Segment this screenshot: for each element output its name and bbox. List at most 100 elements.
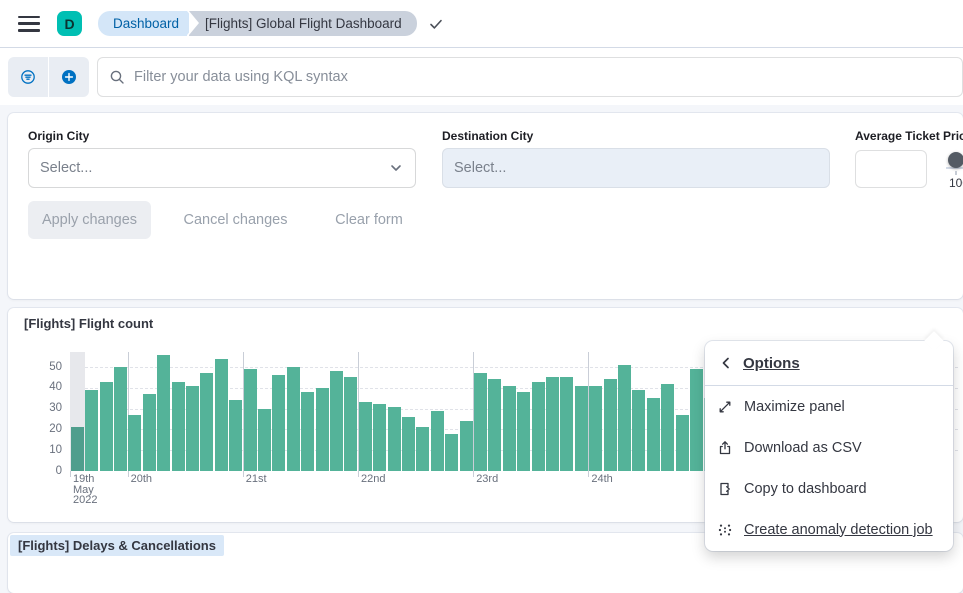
- chart-bar: [618, 365, 631, 471]
- chart-bar: [488, 379, 501, 471]
- panel-options-context-menu: Options Maximize panel Download as CSV C…: [705, 341, 953, 551]
- chart-bar: [301, 392, 314, 471]
- price-slider-min-label: 100: [949, 176, 963, 190]
- x-axis-label: 22nd: [361, 474, 385, 485]
- delays-panel-title[interactable]: [Flights] Delays & Cancellations: [10, 535, 224, 556]
- avg-ticket-price-label: Average Ticket Price: [855, 129, 963, 143]
- chart-bar: [172, 382, 185, 471]
- price-slider-tick: [955, 171, 957, 175]
- chart-bar: [445, 434, 458, 471]
- chart-bar: [244, 369, 257, 471]
- chart-bar: [388, 407, 401, 471]
- chart-bar: [604, 379, 617, 471]
- chart-bar: [676, 415, 689, 471]
- context-menu-back-header[interactable]: Options: [705, 341, 953, 386]
- x-axis-label: 24th: [591, 474, 612, 485]
- chart-bar: [373, 404, 386, 471]
- add-filter-button[interactable]: [49, 57, 89, 97]
- chart-bar: [316, 388, 329, 471]
- destination-city-placeholder: Select...: [454, 160, 506, 176]
- chart-bar: [229, 400, 242, 471]
- y-axis-label: 20: [22, 423, 62, 435]
- menu-item-create-anomaly-job[interactable]: Create anomaly detection job: [705, 509, 953, 550]
- chart-bar: [431, 411, 444, 471]
- breadcrumb-notch: [189, 11, 199, 35]
- chart-bar: [416, 427, 429, 471]
- menu-item-label: Copy to dashboard: [744, 481, 867, 497]
- chart-bar: [200, 373, 213, 471]
- menu-item-maximize-panel[interactable]: Maximize panel: [705, 386, 953, 427]
- breadcrumb: Dashboard [Flights] Global Flight Dashbo…: [98, 11, 417, 36]
- chart-bar: [114, 367, 127, 471]
- chart-bar: [215, 359, 228, 471]
- kql-placeholder: Filter your data using KQL syntax: [134, 69, 348, 85]
- plus-circle-icon: [61, 69, 77, 85]
- chart-bar: [474, 373, 487, 471]
- search-icon: [109, 69, 125, 85]
- top-navigation-bar: D Dashboard [Flights] Global Flight Dash…: [0, 0, 963, 48]
- breadcrumb-current-page-label: [Flights] Global Flight Dashboard: [205, 16, 402, 31]
- price-slider-thumb[interactable]: [948, 152, 963, 168]
- breadcrumb-dashboard[interactable]: Dashboard: [98, 11, 187, 36]
- chart-bar: [546, 377, 559, 471]
- query-bar-strip: Filter your data using KQL syntax: [0, 48, 963, 105]
- chevron-down-icon: [388, 160, 404, 176]
- menu-item-download-csv[interactable]: Download as CSV: [705, 427, 953, 468]
- chart-bar: [71, 427, 84, 471]
- menu-item-label: Maximize panel: [744, 399, 845, 415]
- apply-changes-button[interactable]: Apply changes: [28, 201, 151, 239]
- chart-bar: [460, 421, 473, 471]
- filter-menu-button[interactable]: [8, 57, 48, 97]
- y-axis-label: 40: [22, 381, 62, 393]
- menu-item-label: Download as CSV: [744, 440, 862, 456]
- chart-bar: [330, 371, 343, 471]
- destination-city-label: Destination City: [442, 129, 533, 143]
- avg-ticket-price-input[interactable]: [855, 150, 927, 188]
- filter-button-group: [8, 57, 89, 97]
- ml-job-icon: [717, 522, 733, 538]
- chart-bar: [647, 398, 660, 471]
- clear-form-button[interactable]: Clear form: [323, 201, 415, 239]
- check-icon[interactable]: [428, 16, 444, 32]
- breadcrumb-current-page[interactable]: [Flights] Global Flight Dashboard: [189, 11, 417, 36]
- maximize-icon: [717, 399, 733, 415]
- space-avatar[interactable]: D: [57, 11, 82, 36]
- menu-hamburger-icon[interactable]: [18, 16, 40, 32]
- filter-icon: [20, 69, 36, 85]
- chart-bar: [560, 377, 573, 471]
- y-axis-label: 10: [22, 444, 62, 456]
- origin-city-label: Origin City: [28, 129, 89, 143]
- chart-bar: [287, 367, 300, 471]
- x-axis-label: 23rd: [476, 474, 498, 485]
- chart-bar: [157, 355, 170, 471]
- chart-bar: [589, 386, 602, 471]
- chart-bar: [272, 375, 285, 471]
- chart-bar: [517, 392, 530, 471]
- menu-item-copy-to-dashboard[interactable]: Copy to dashboard: [705, 468, 953, 509]
- menu-item-label: Create anomaly detection job: [744, 522, 933, 538]
- chart-bar: [632, 390, 645, 471]
- chart-bar: [85, 390, 98, 471]
- y-axis-label: 30: [22, 402, 62, 414]
- kql-search-input[interactable]: Filter your data using KQL syntax: [97, 57, 963, 97]
- chart-bar: [661, 384, 674, 471]
- chart-bar: [690, 369, 703, 471]
- origin-city-placeholder: Select...: [40, 160, 92, 176]
- chart-bar: [344, 377, 357, 471]
- destination-city-select[interactable]: Select...: [442, 148, 830, 188]
- axis-tick: [70, 471, 71, 477]
- controls-panel: Origin City Select... Destination City S…: [8, 113, 963, 299]
- chart-bar: [186, 386, 199, 471]
- chart-bar: [503, 386, 516, 471]
- download-icon: [717, 440, 733, 456]
- chart-bar: [532, 382, 545, 471]
- cancel-changes-button[interactable]: Cancel changes: [173, 201, 298, 239]
- copy-icon: [717, 481, 733, 497]
- chevron-left-icon: [718, 355, 734, 371]
- chart-bar: [402, 417, 415, 471]
- chart-bar: [100, 382, 113, 471]
- breadcrumb-dashboard-label: Dashboard: [113, 16, 179, 31]
- chart-bar: [128, 415, 141, 471]
- x-axis-label: 20th: [131, 474, 152, 485]
- origin-city-select[interactable]: Select...: [28, 148, 416, 188]
